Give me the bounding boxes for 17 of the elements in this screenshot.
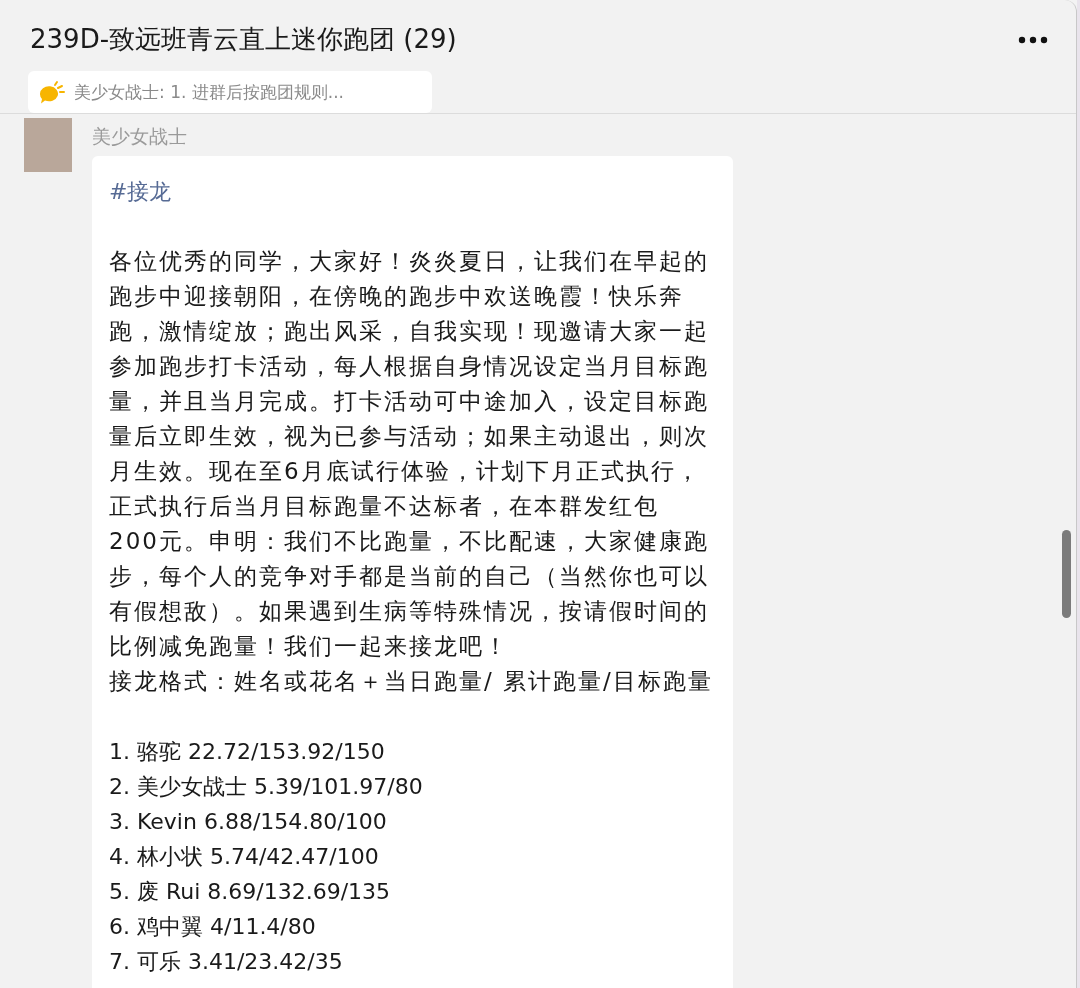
speech-bubble-icon (38, 80, 66, 104)
list-entry: 3. Kevin 6.88/154.80/100 (109, 808, 388, 836)
more-icon[interactable] (1018, 35, 1048, 44)
list-entry: 7. 可乐 3.41/23.42/35 (109, 948, 344, 976)
sender-name: 美少女战士 (92, 124, 188, 149)
pinned-notice[interactable]: 美少女战士: 1. 进群后按跑团规则... (28, 71, 432, 113)
message-text: 接龙格式：姓名或花名＋当日跑量/ 累计跑量/目标跑量 (109, 667, 714, 696)
message-text: 各位优秀的同学，大家好！炎炎夏日，让我们在早起的跑步中迎接朝阳，在傍晚的跑步中欢送晚霞！快乐奔跑，激情绽放；跑出风采，自我实现！现邀请大家一起参加跑步打卡活动，每人根据自身情况设定当月目标跑量，并且当月完成。打卡活动可中途加入，设定目标跑量后立即生效，视为已参与活动；如果主动退出，则次月生效。现在至6月底试行体验，计划下月正式执行，正式执行后当月目标跑量不达标者，在本群发红包 200元。申明：我们不比跑量，不比配速，大家健康跑步，每个人的竞争对手都是当前的自己（当然你也可以有假想敌）。如果遇到生病等特殊情况，按请假时间的比例减免跑量！我们一起来接龙吧！ (109, 247, 710, 661)
list-entry: 2. 美少女战士 5.39/101.97/80 (109, 773, 424, 801)
list-entry: 1. 骆驼 22.72/153.92/150 (109, 738, 386, 766)
chat-title: 239D-致远班青云直上迷你跑团 (29) (30, 23, 457, 56)
list-entry: 5. 废 Rui 8.69/132.69/135 (109, 878, 392, 906)
list-entry: 4. 林小状 5.74/42.47/100 (109, 843, 380, 871)
hashtag-link[interactable]: #接龙 (109, 174, 172, 209)
avatar-photo-placeholder[interactable] (24, 118, 72, 172)
scrollbar-thumb[interactable] (1062, 530, 1071, 618)
list-entry: 6. 鸡中翼 4/11.4/80 (109, 913, 317, 941)
